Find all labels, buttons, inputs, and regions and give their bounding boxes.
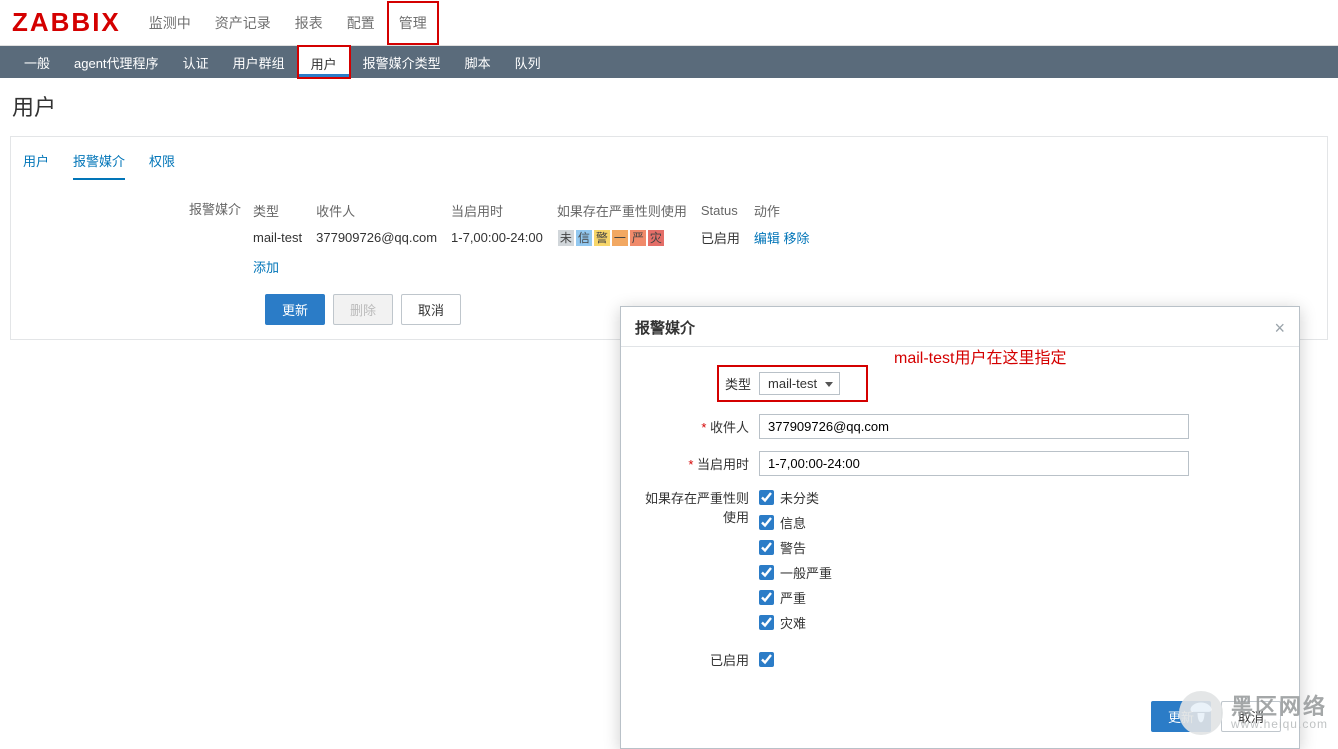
modal-row-severity: 如果存在严重性则使用 未分类 信息 警告 一般严重 严重 灾难: [639, 488, 1281, 638]
subnav-queue[interactable]: 队列: [503, 46, 553, 78]
watermark-title: 黑区网络: [1231, 695, 1328, 718]
tab-permissions[interactable]: 权限: [149, 145, 175, 180]
media-table: 类型 收件人 当启用时 如果存在严重性则使用 Status 动作 mail-te…: [253, 197, 824, 251]
sev-warning: 警: [593, 229, 611, 247]
subnav-user-groups[interactable]: 用户群组: [221, 46, 297, 78]
sub-nav: 一般 agent代理程序 认证 用户群组 用户 报警媒介类型 脚本 队列: [0, 46, 1338, 78]
page-title: 用户: [12, 90, 1328, 122]
modal-title: 报警媒介: [635, 317, 695, 338]
watermark: 黑区网络 www.heiqu.com: [1179, 691, 1328, 735]
watermark-url: www.heiqu.com: [1231, 718, 1328, 731]
cancel-button[interactable]: 取消: [401, 294, 461, 325]
subnav-general[interactable]: 一般: [12, 46, 62, 78]
type-select-value: mail-test: [768, 376, 817, 391]
cb-not-classified[interactable]: [759, 490, 774, 505]
cb-average-label: 一般严重: [780, 563, 832, 582]
severity-label: 如果存在严重性则使用: [639, 488, 759, 526]
subnav-proxies[interactable]: agent代理程序: [62, 46, 171, 78]
media-label: 报警媒介: [23, 197, 253, 218]
when-label: 当启用时: [639, 454, 759, 473]
cell-when: 1-7,00:00-24:00: [451, 224, 557, 251]
sev-disaster: 灾: [647, 229, 665, 247]
annotation-text: mail-test用户在这里指定: [894, 344, 1066, 368]
top-nav: ZABBIX 监测中 资产记录 报表 配置 管理: [0, 0, 1338, 46]
cell-severity: 未 信 警 一 严 灾: [557, 224, 701, 251]
top-menu: 监测中 资产记录 报表 配置 管理: [137, 1, 439, 45]
col-recipient: 收件人: [316, 197, 451, 224]
modal-row-recipient: 收件人: [639, 414, 1281, 439]
page-body: 用户 用户 报警媒介 权限 报警媒介 类型 收件人 当启用时 如果存在严重性则使…: [0, 78, 1338, 340]
cell-recipient: 377909726@qq.com: [316, 224, 451, 251]
close-icon[interactable]: ×: [1274, 319, 1285, 337]
col-type: 类型: [253, 197, 316, 224]
modal-body: 类型 mail-test 收件人 当启用时 如果存在严重性则使用 未分类 信息 …: [621, 347, 1299, 701]
media-modal: 报警媒介 × 类型 mail-test 收件人 当启用时 如果存在严重性则使用 …: [620, 306, 1300, 749]
topnav-reports[interactable]: 报表: [283, 1, 335, 45]
action-edit[interactable]: 编辑: [754, 231, 780, 246]
logo[interactable]: ZABBIX: [12, 7, 121, 38]
watermark-text: 黑区网络 www.heiqu.com: [1231, 695, 1328, 731]
recipient-input[interactable]: [759, 414, 1189, 439]
media-section: 报警媒介 类型 收件人 当启用时 如果存在严重性则使用 Status 动作 ma…: [23, 197, 1315, 276]
modal-row-type: 类型 mail-test: [639, 365, 1281, 402]
cb-high-label: 严重: [780, 588, 806, 607]
cell-type: mail-test: [253, 224, 316, 251]
cb-high[interactable]: [759, 590, 774, 605]
table-row: mail-test 377909726@qq.com 1-7,00:00-24:…: [253, 224, 824, 251]
cb-disaster[interactable]: [759, 615, 774, 630]
cb-average[interactable]: [759, 565, 774, 580]
delete-button: 删除: [333, 294, 393, 325]
media-content: 类型 收件人 当启用时 如果存在严重性则使用 Status 动作 mail-te…: [253, 197, 824, 276]
add-media-link[interactable]: 添加: [253, 257, 279, 276]
topnav-administration[interactable]: 管理: [387, 1, 439, 45]
modal-row-when: 当启用时: [639, 451, 1281, 476]
update-button[interactable]: 更新: [265, 294, 325, 325]
cb-disaster-label: 灾难: [780, 613, 806, 632]
cb-information[interactable]: [759, 515, 774, 530]
subnav-media-types[interactable]: 报警媒介类型: [351, 46, 453, 78]
subnav-authentication[interactable]: 认证: [171, 46, 221, 78]
topnav-inventory[interactable]: 资产记录: [203, 1, 283, 45]
modal-header: 报警媒介 ×: [621, 307, 1299, 347]
severity-options: 未分类 信息 警告 一般严重 严重 灾难: [759, 488, 832, 638]
type-select[interactable]: mail-test: [759, 372, 840, 395]
sev-high: 严: [629, 229, 647, 247]
cb-warning-label: 警告: [780, 538, 806, 557]
topnav-configuration[interactable]: 配置: [335, 1, 387, 45]
cell-status: 已启用: [701, 224, 754, 251]
subnav-scripts[interactable]: 脚本: [453, 46, 503, 78]
sev-not-classified: 未: [557, 229, 575, 247]
type-highlight-box: 类型 mail-test: [717, 365, 868, 402]
recipient-label: 收件人: [639, 417, 759, 436]
enabled-label: 已启用: [639, 650, 759, 669]
col-when: 当启用时: [451, 197, 557, 224]
sev-information: 信: [575, 229, 593, 247]
type-label: 类型: [725, 374, 759, 393]
tab-user[interactable]: 用户: [23, 145, 49, 180]
col-status: Status: [701, 197, 754, 224]
cb-information-label: 信息: [780, 513, 806, 532]
cell-actions: 编辑 移除: [754, 224, 824, 251]
cb-not-classified-label: 未分类: [780, 488, 819, 507]
topnav-monitoring[interactable]: 监测中: [137, 1, 203, 45]
sev-average: 一: [611, 229, 629, 247]
modal-row-enabled: 已启用: [639, 650, 1281, 669]
col-severity: 如果存在严重性则使用: [557, 197, 701, 224]
tab-media[interactable]: 报警媒介: [73, 145, 125, 180]
mushroom-icon: [1179, 691, 1223, 735]
col-actions: 动作: [754, 197, 824, 224]
action-remove[interactable]: 移除: [784, 231, 810, 246]
when-input[interactable]: [759, 451, 1189, 476]
enabled-checkbox[interactable]: [759, 652, 774, 667]
subnav-users[interactable]: 用户: [299, 47, 349, 77]
cb-warning[interactable]: [759, 540, 774, 555]
card-tabs: 用户 报警媒介 权限: [23, 145, 1315, 181]
